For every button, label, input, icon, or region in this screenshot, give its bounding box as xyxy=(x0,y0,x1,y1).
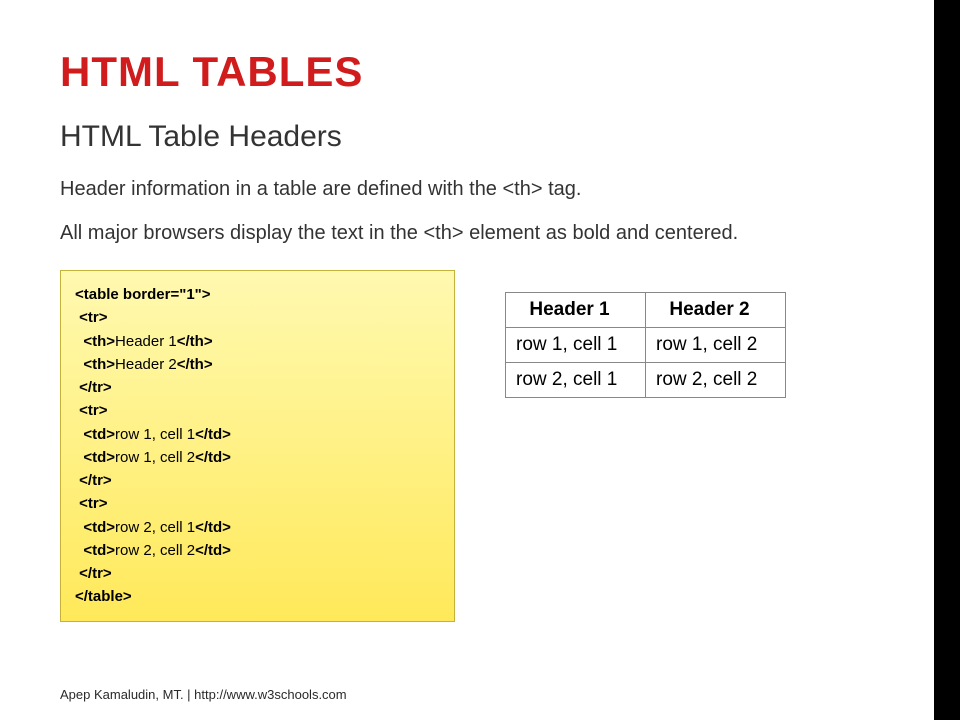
code-line: <th> xyxy=(75,333,115,350)
code-line: <th> xyxy=(75,356,115,373)
code-line: <table border="1"> xyxy=(75,286,211,303)
table-cell: row 1, cell 2 xyxy=(646,328,786,363)
table-row: row 1, cell 1 row 1, cell 2 xyxy=(506,328,786,363)
table-cell: row 1, cell 1 xyxy=(506,328,646,363)
slide-subtitle: HTML Table Headers xyxy=(60,120,900,154)
code-text: Header 2 xyxy=(115,356,177,373)
slide-content: HTML TABLES HTML Table Headers Header in… xyxy=(0,0,960,640)
table-cell: row 2, cell 1 xyxy=(506,363,646,398)
code-line: </tr> xyxy=(75,472,112,489)
code-line: </tr> xyxy=(75,379,112,396)
slide-footer: Apep Kamaludin, MT. | http://www.w3schoo… xyxy=(60,687,347,702)
code-line: </tr> xyxy=(75,565,112,582)
code-text: row 2, cell 1 xyxy=(115,519,195,536)
code-text: row 1, cell 2 xyxy=(115,449,195,466)
code-line: </table> xyxy=(75,588,132,605)
code-line: <td> xyxy=(75,542,115,559)
paragraph-2: All major browsers display the text in t… xyxy=(60,218,900,248)
table-row: Header 1 Header 2 xyxy=(506,293,786,328)
right-accent-bar xyxy=(934,0,960,720)
code-line: </td> xyxy=(195,519,231,536)
table-cell: row 2, cell 2 xyxy=(646,363,786,398)
code-line: </td> xyxy=(195,426,231,443)
table-header-1: Header 1 xyxy=(506,293,646,328)
table-row: row 2, cell 1 row 2, cell 2 xyxy=(506,363,786,398)
table-header-2: Header 2 xyxy=(646,293,786,328)
code-line: <tr> xyxy=(75,309,108,326)
code-text: Header 1 xyxy=(115,333,177,350)
slide-title: HTML TABLES xyxy=(60,48,900,96)
code-text: row 1, cell 1 xyxy=(115,426,195,443)
code-line: </td> xyxy=(195,542,231,559)
code-line: <td> xyxy=(75,519,115,536)
code-example: <table border="1"> <tr> <th>Header 1</th… xyxy=(60,270,455,622)
code-line: </th> xyxy=(177,356,213,373)
demo-table: Header 1 Header 2 row 1, cell 1 row 1, c… xyxy=(505,292,786,398)
code-line: <tr> xyxy=(75,495,108,512)
code-line: </td> xyxy=(195,449,231,466)
code-line: <td> xyxy=(75,449,115,466)
code-line: </th> xyxy=(177,333,213,350)
code-line: <td> xyxy=(75,426,115,443)
paragraph-1: Header information in a table are define… xyxy=(60,174,900,204)
content-row: <table border="1"> <tr> <th>Header 1</th… xyxy=(60,270,900,622)
code-line: <tr> xyxy=(75,402,108,419)
code-text: row 2, cell 2 xyxy=(115,542,195,559)
